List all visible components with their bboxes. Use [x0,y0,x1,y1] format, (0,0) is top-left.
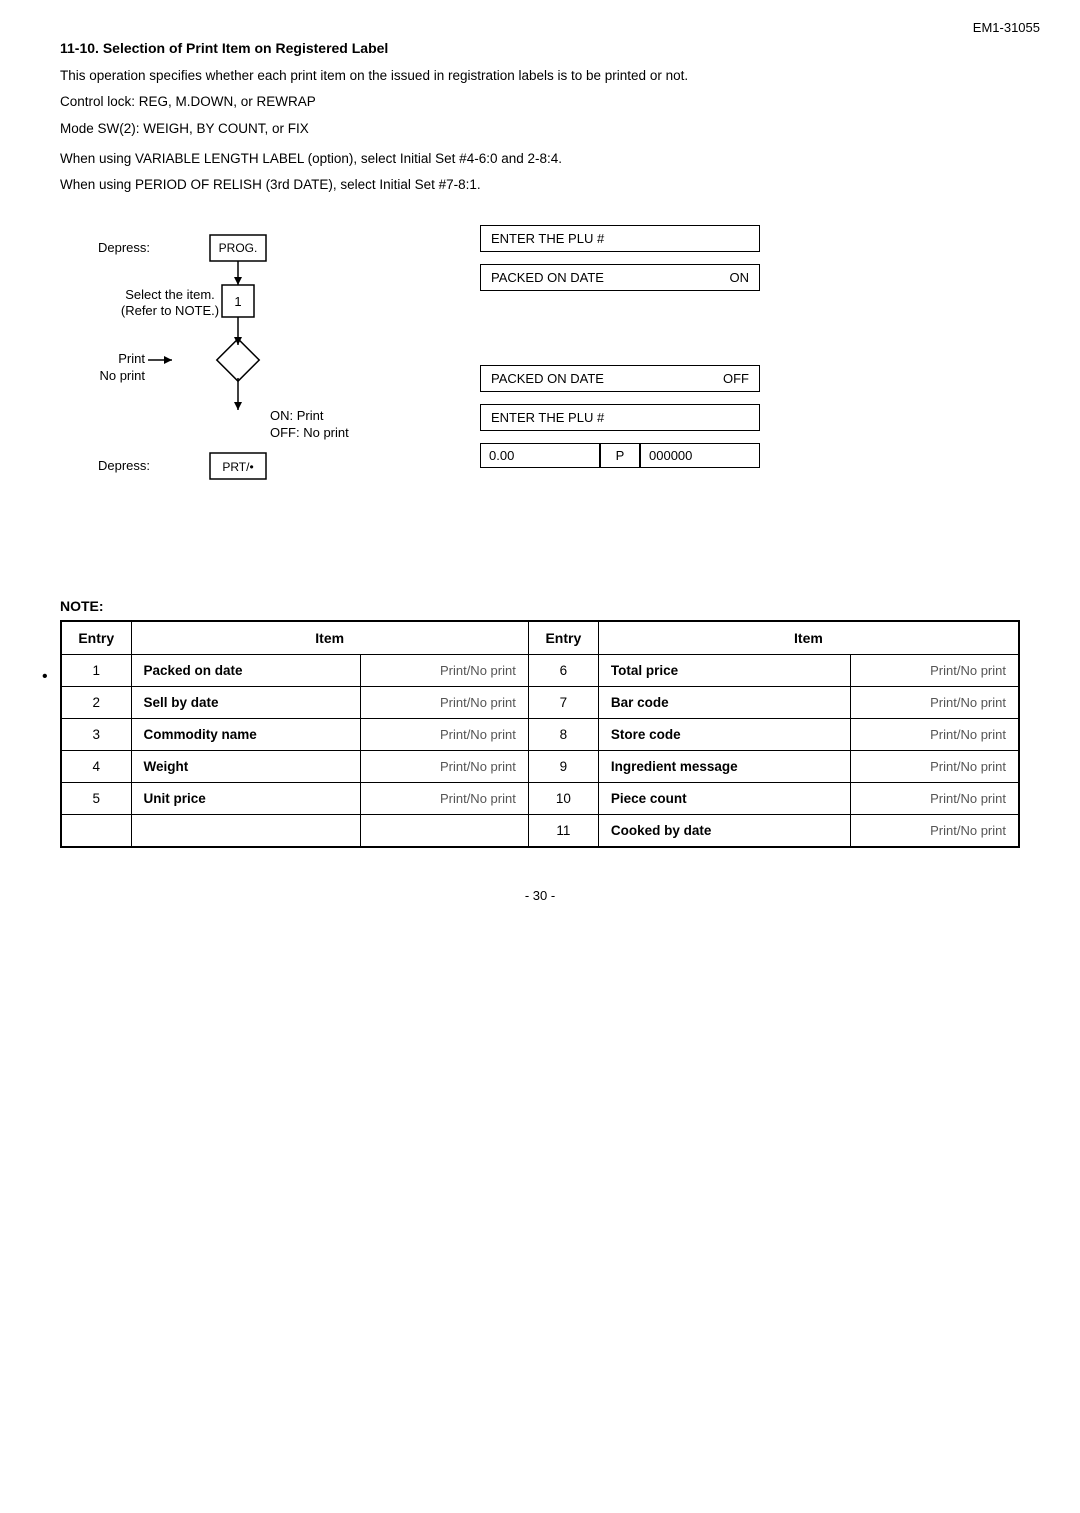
list-item: Total price [598,655,850,687]
svg-text:Select the item.: Select the item. [125,287,215,302]
packed-off-value: OFF [723,371,749,386]
print-no-print-right: Print/No print [851,815,1019,848]
table-row: 3 [61,719,131,751]
table-row: 7 [528,687,598,719]
print-no-print-right: Print/No print [851,751,1019,783]
bullet-point: • [42,668,48,686]
packed-on-value: ON [730,270,750,285]
list-item [131,815,361,848]
note-label: NOTE: [60,598,1020,614]
packed-off-label: PACKED ON DATE [491,371,604,386]
paragraph1: This operation specifies whether each pr… [60,66,1020,86]
display-packed-on: PACKED ON DATE ON [480,264,760,291]
print-no-print-left [361,815,529,848]
control-lock: Control lock: REG, M.DOWN, or REWRAP [60,92,1020,112]
packed-on-label: PACKED ON DATE [491,270,604,285]
list-item: Piece count [598,783,850,815]
list-item: Cooked by date [598,815,850,848]
period-label: When using PERIOD OF RELISH (3rd DATE), … [60,175,1020,195]
svg-text:Print: Print [118,351,145,366]
note-table: Entry Item Entry Item 1Packed on datePri… [60,620,1020,848]
svg-text:ON: Print: ON: Print [270,408,324,423]
svg-text:OFF: No print: OFF: No print [270,425,349,440]
table-row: 1 [61,655,131,687]
page-number: - 30 - [60,888,1020,903]
svg-text:(Refer to NOTE.): (Refer to NOTE.) [121,303,219,318]
enter-plu-label-bottom: ENTER THE PLU # [491,410,604,425]
list-item: Weight [131,751,361,783]
table-row: 8 [528,719,598,751]
list-item: Packed on date [131,655,361,687]
print-no-print-left: Print/No print [361,687,529,719]
table-row: 9 [528,751,598,783]
col-entry-right: Entry [528,621,598,655]
list-item: Store code [598,719,850,751]
display-enter-plu-top: ENTER THE PLU # [480,225,760,252]
enter-plu-label-top: ENTER THE PLU # [491,231,604,246]
svg-text:PRT/•: PRT/• [222,460,253,474]
svg-text:Depress:: Depress: [98,458,150,473]
display-panels: ENTER THE PLU # PACKED ON DATE ON PACKED… [480,225,760,468]
col-entry-left: Entry [61,621,131,655]
list-item: Bar code [598,687,850,719]
print-no-print-right: Print/No print [851,783,1019,815]
print-no-print-right: Print/No print [851,719,1019,751]
list-item: Unit price [131,783,361,815]
col-item-left: Item [131,621,528,655]
print-no-print-right: Print/No print [851,687,1019,719]
list-item: Sell by date [131,687,361,719]
table-row: 5 [61,783,131,815]
display-enter-plu-bottom: ENTER THE PLU # [480,404,760,431]
flow-diagram: PROG. Depress: 1 Select the item. (Refer… [60,225,420,565]
col-item-right: Item [598,621,1019,655]
bottom-cell-price: 0.00 [480,443,600,468]
svg-text:Depress:: Depress: [98,240,150,255]
mode-sw: Mode SW(2): WEIGH, BY COUNT, or FIX [60,119,1020,139]
print-no-print-left: Print/No print [361,783,529,815]
table-row: 10 [528,783,598,815]
list-item: Commodity name [131,719,361,751]
display-packed-off: PACKED ON DATE OFF [480,365,760,392]
table-row: 6 [528,655,598,687]
table-row: 2 [61,687,131,719]
print-no-print-left: Print/No print [361,655,529,687]
print-no-print-right: Print/No print [851,655,1019,687]
table-row: 11 [528,815,598,848]
diagram-area: PROG. Depress: 1 Select the item. (Refer… [60,225,1020,568]
print-no-print-left: Print/No print [361,719,529,751]
table-row [61,815,131,848]
bottom-cell-code: 000000 [640,443,760,468]
table-row: 4 [61,751,131,783]
svg-text:1: 1 [234,294,241,309]
print-no-print-left: Print/No print [361,751,529,783]
svg-text:No print: No print [99,368,145,383]
bottom-cell-p: P [600,443,640,468]
display-bottom-row: 0.00 P 000000 [480,443,760,468]
page-id: EM1-31055 [973,20,1040,35]
variable-label: When using VARIABLE LENGTH LABEL (option… [60,149,1020,169]
list-item: Ingredient message [598,751,850,783]
svg-text:PROG.: PROG. [219,241,258,255]
section-title: 11-10. Selection of Print Item on Regist… [60,40,1020,56]
